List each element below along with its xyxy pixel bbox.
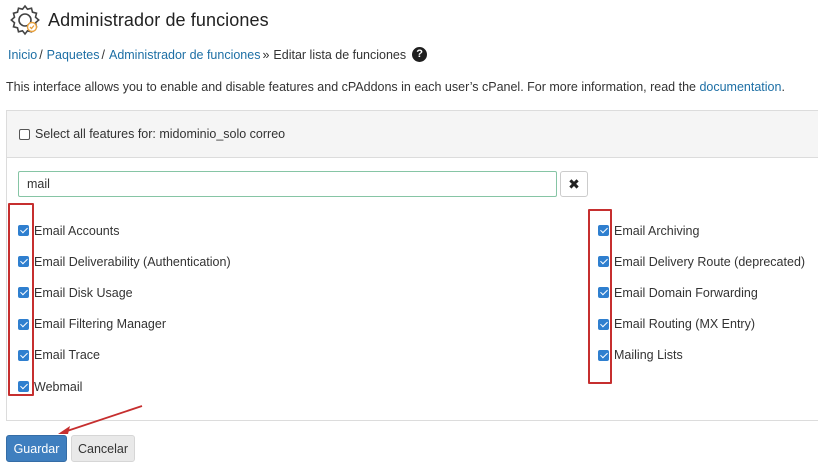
- breadcrumb-separator: /: [39, 47, 43, 62]
- feature-label: Email Delivery Route (deprecated): [614, 254, 806, 269]
- intro-text-suffix: .: [781, 80, 785, 94]
- breadcrumb-current: Editar lista de funciones: [273, 47, 407, 62]
- feature-label: Email Disk Usage: [34, 285, 133, 300]
- annotation-highlight-left: [8, 203, 34, 396]
- feature-column-right: Email Archiving Email Delivery Route (de…: [598, 215, 805, 371]
- breadcrumb-inicio[interactable]: Inicio: [8, 48, 37, 62]
- feature-item[interactable]: Email Domain Forwarding: [598, 277, 805, 308]
- select-all-label: Select all features for: midominio_solo …: [35, 127, 286, 141]
- feature-label: Email Domain Forwarding: [614, 285, 758, 300]
- feature-item[interactable]: Email Disk Usage: [18, 277, 231, 308]
- feature-item[interactable]: Email Filtering Manager: [18, 309, 231, 340]
- feature-label: Email Routing (MX Entry): [614, 317, 756, 332]
- annotation-highlight-right: [588, 209, 612, 384]
- breadcrumb-separator: /: [101, 47, 105, 62]
- feature-item[interactable]: Mailing Lists: [598, 340, 805, 371]
- feature-label: Email Accounts: [34, 223, 120, 238]
- close-icon: ✖: [568, 175, 580, 192]
- breadcrumb-paquetes[interactable]: Paquetes: [47, 48, 100, 62]
- page-title: Administrador de funciones: [48, 9, 269, 30]
- feature-label: Email Filtering Manager: [34, 317, 166, 332]
- breadcrumb-separator: »: [262, 47, 270, 62]
- intro-text-body: This interface allows you to enable and …: [6, 80, 700, 94]
- feature-label: Email Trace: [34, 348, 100, 363]
- feature-item[interactable]: Email Accounts: [18, 215, 231, 246]
- help-icon[interactable]: ?: [412, 47, 428, 62]
- feature-list-panel: Select all features for: midominio_solo …: [6, 110, 818, 421]
- feature-item[interactable]: Email Routing (MX Entry): [598, 309, 805, 340]
- feature-item[interactable]: Email Trace: [18, 340, 231, 371]
- breadcrumb-feature-manager[interactable]: Administrador de funciones: [109, 48, 260, 62]
- feature-label: Mailing Lists: [614, 348, 683, 363]
- filter-row: ✖: [18, 171, 588, 197]
- feature-item[interactable]: Email Delivery Route (deprecated): [598, 246, 805, 277]
- select-all-row[interactable]: Select all features for: midominio_solo …: [7, 111, 818, 158]
- cancel-button[interactable]: Cancelar: [71, 435, 135, 462]
- clear-filter-button[interactable]: ✖: [560, 171, 588, 197]
- feature-column-left: Email Accounts Email Deliverability (Aut…: [18, 215, 231, 402]
- feature-manager-gear-icon: [10, 4, 40, 36]
- breadcrumb: Inicio / Paquetes / Administrador de fun…: [8, 47, 428, 62]
- feature-item[interactable]: Email Archiving: [598, 215, 805, 246]
- feature-filter-input[interactable]: [18, 171, 557, 197]
- feature-item[interactable]: Webmail: [18, 371, 231, 402]
- feature-label: Webmail: [34, 379, 83, 394]
- save-button[interactable]: Guardar: [6, 435, 67, 462]
- feature-label: Email Deliverability (Authentication): [34, 254, 231, 269]
- intro-text: This interface allows you to enable and …: [6, 80, 785, 94]
- page-header: Administrador de funciones: [8, 2, 269, 38]
- annotation-arrow-icon: [58, 405, 143, 434]
- feature-label: Email Archiving: [614, 223, 700, 238]
- feature-item[interactable]: Email Deliverability (Authentication): [18, 246, 231, 277]
- select-all-checkbox[interactable]: [19, 128, 30, 140]
- documentation-link[interactable]: documentation: [699, 80, 781, 94]
